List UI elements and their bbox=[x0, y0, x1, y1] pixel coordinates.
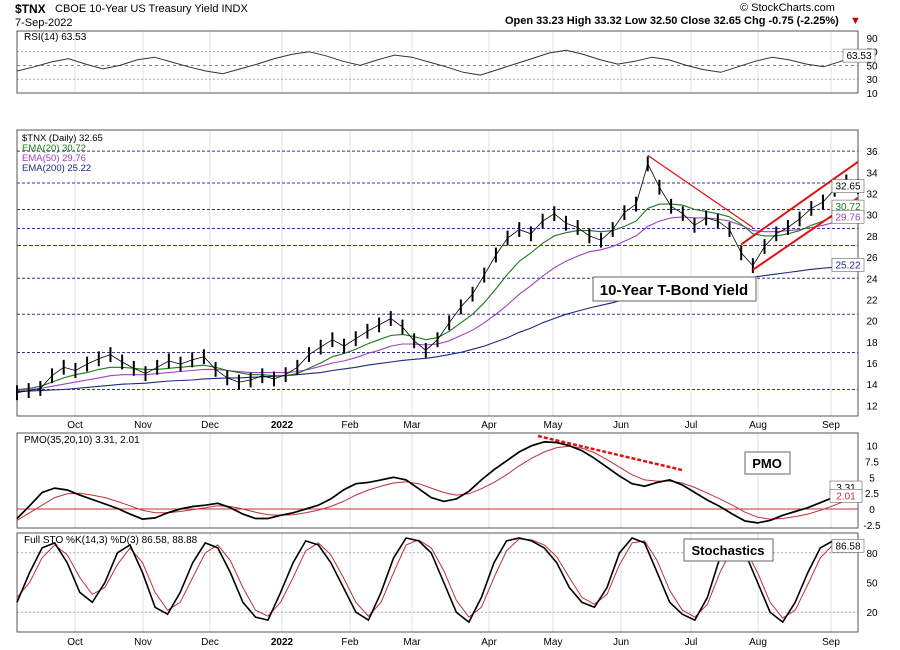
price-ytick: 34 bbox=[866, 168, 878, 179]
sto-xtick: Apr bbox=[481, 637, 497, 648]
price-xtick: Jun bbox=[613, 420, 629, 431]
price-xtick: Apr bbox=[481, 420, 497, 431]
price-ytick: 30 bbox=[866, 211, 878, 222]
price-xtick: Jul bbox=[685, 420, 698, 431]
pmo-signal-last-value: 2.01 bbox=[836, 491, 856, 502]
sto-xtick: Feb bbox=[341, 637, 359, 648]
sto-xtick: May bbox=[544, 637, 563, 648]
price-xtick: Dec bbox=[201, 420, 219, 431]
ema50-last-value: 29.76 bbox=[835, 212, 860, 223]
sto-ytick: 80 bbox=[866, 549, 878, 560]
sto-xtick: Sep bbox=[822, 637, 840, 648]
price-last-value: 32.65 bbox=[835, 182, 860, 193]
rsi-ytick: 50 bbox=[866, 61, 878, 72]
price-xtick: Nov bbox=[134, 420, 152, 431]
pmo-ytick: 5 bbox=[869, 473, 875, 484]
rsi-ytick: 90 bbox=[866, 34, 878, 45]
sto-ytick: 50 bbox=[866, 579, 878, 590]
sto-label: Full STO %K(14,3) %D(3) 86.58, 88.88 bbox=[24, 535, 198, 546]
sto-xtick: Oct bbox=[67, 637, 83, 648]
price-ytick: 20 bbox=[866, 317, 878, 328]
price-ytick: 14 bbox=[866, 380, 878, 391]
price-ytick: 26 bbox=[866, 253, 878, 264]
rsi-ytick: 30 bbox=[866, 75, 878, 86]
price-ytick: 24 bbox=[866, 274, 878, 285]
sto-xtick: Aug bbox=[749, 637, 767, 648]
price-ytick: 12 bbox=[866, 401, 878, 412]
price-xtick: Aug bbox=[749, 420, 767, 431]
pmo-ytick: 2.5 bbox=[865, 489, 879, 500]
price-annotation-text: 10-Year T-Bond Yield bbox=[600, 282, 748, 299]
pmo-label: PMO(35,20,10) 3.31, 2.01 bbox=[24, 435, 140, 446]
price-xtick: 2022 bbox=[271, 420, 294, 431]
price-xtick: May bbox=[544, 420, 563, 431]
price-xtick: Feb bbox=[341, 420, 359, 431]
sto-xtick: Dec bbox=[201, 637, 219, 648]
pmo-title: PMO bbox=[752, 456, 782, 471]
price-ytick: 36 bbox=[866, 147, 878, 158]
downtrend-line bbox=[647, 154, 754, 228]
price-xtick: Mar bbox=[403, 420, 421, 431]
rsi-last-value: 63.53 bbox=[846, 51, 871, 62]
pmo-ytick: -2.5 bbox=[863, 521, 881, 532]
price-legend-entry: EMA(200) 25.22 bbox=[22, 163, 91, 174]
chart-svg: 9070503010RSI(14) 63.5363.53363432302826… bbox=[16, 30, 881, 648]
price-ytick: 28 bbox=[866, 232, 878, 243]
pmo-divergence-line bbox=[537, 434, 683, 472]
rsi-ytick: 10 bbox=[866, 89, 878, 100]
pmo-ytick: 7.5 bbox=[865, 458, 879, 469]
rsi-label: RSI(14) 63.53 bbox=[24, 32, 87, 43]
pmo-ytick: 10 bbox=[866, 442, 878, 453]
pmo-ytick: 0 bbox=[869, 505, 875, 516]
price-xtick: Sep bbox=[822, 420, 840, 431]
sto-title: Stochastics bbox=[692, 543, 765, 558]
sto-xtick: Jun bbox=[613, 637, 629, 648]
sto-xtick: Jul bbox=[685, 637, 698, 648]
ema200-last-value: 25.22 bbox=[835, 260, 860, 271]
sto-xtick: 2022 bbox=[271, 637, 294, 648]
price-ytick: 18 bbox=[866, 338, 878, 349]
price-ytick: 16 bbox=[866, 359, 878, 370]
sto-ytick: 20 bbox=[866, 608, 878, 619]
sto-xtick: Mar bbox=[403, 637, 421, 648]
sto-xtick: Nov bbox=[134, 637, 152, 648]
price-xtick: Oct bbox=[67, 420, 83, 431]
price-ytick: 22 bbox=[866, 295, 878, 306]
sto-last-value: 86.58 bbox=[835, 541, 860, 552]
price-ytick: 32 bbox=[866, 190, 878, 201]
